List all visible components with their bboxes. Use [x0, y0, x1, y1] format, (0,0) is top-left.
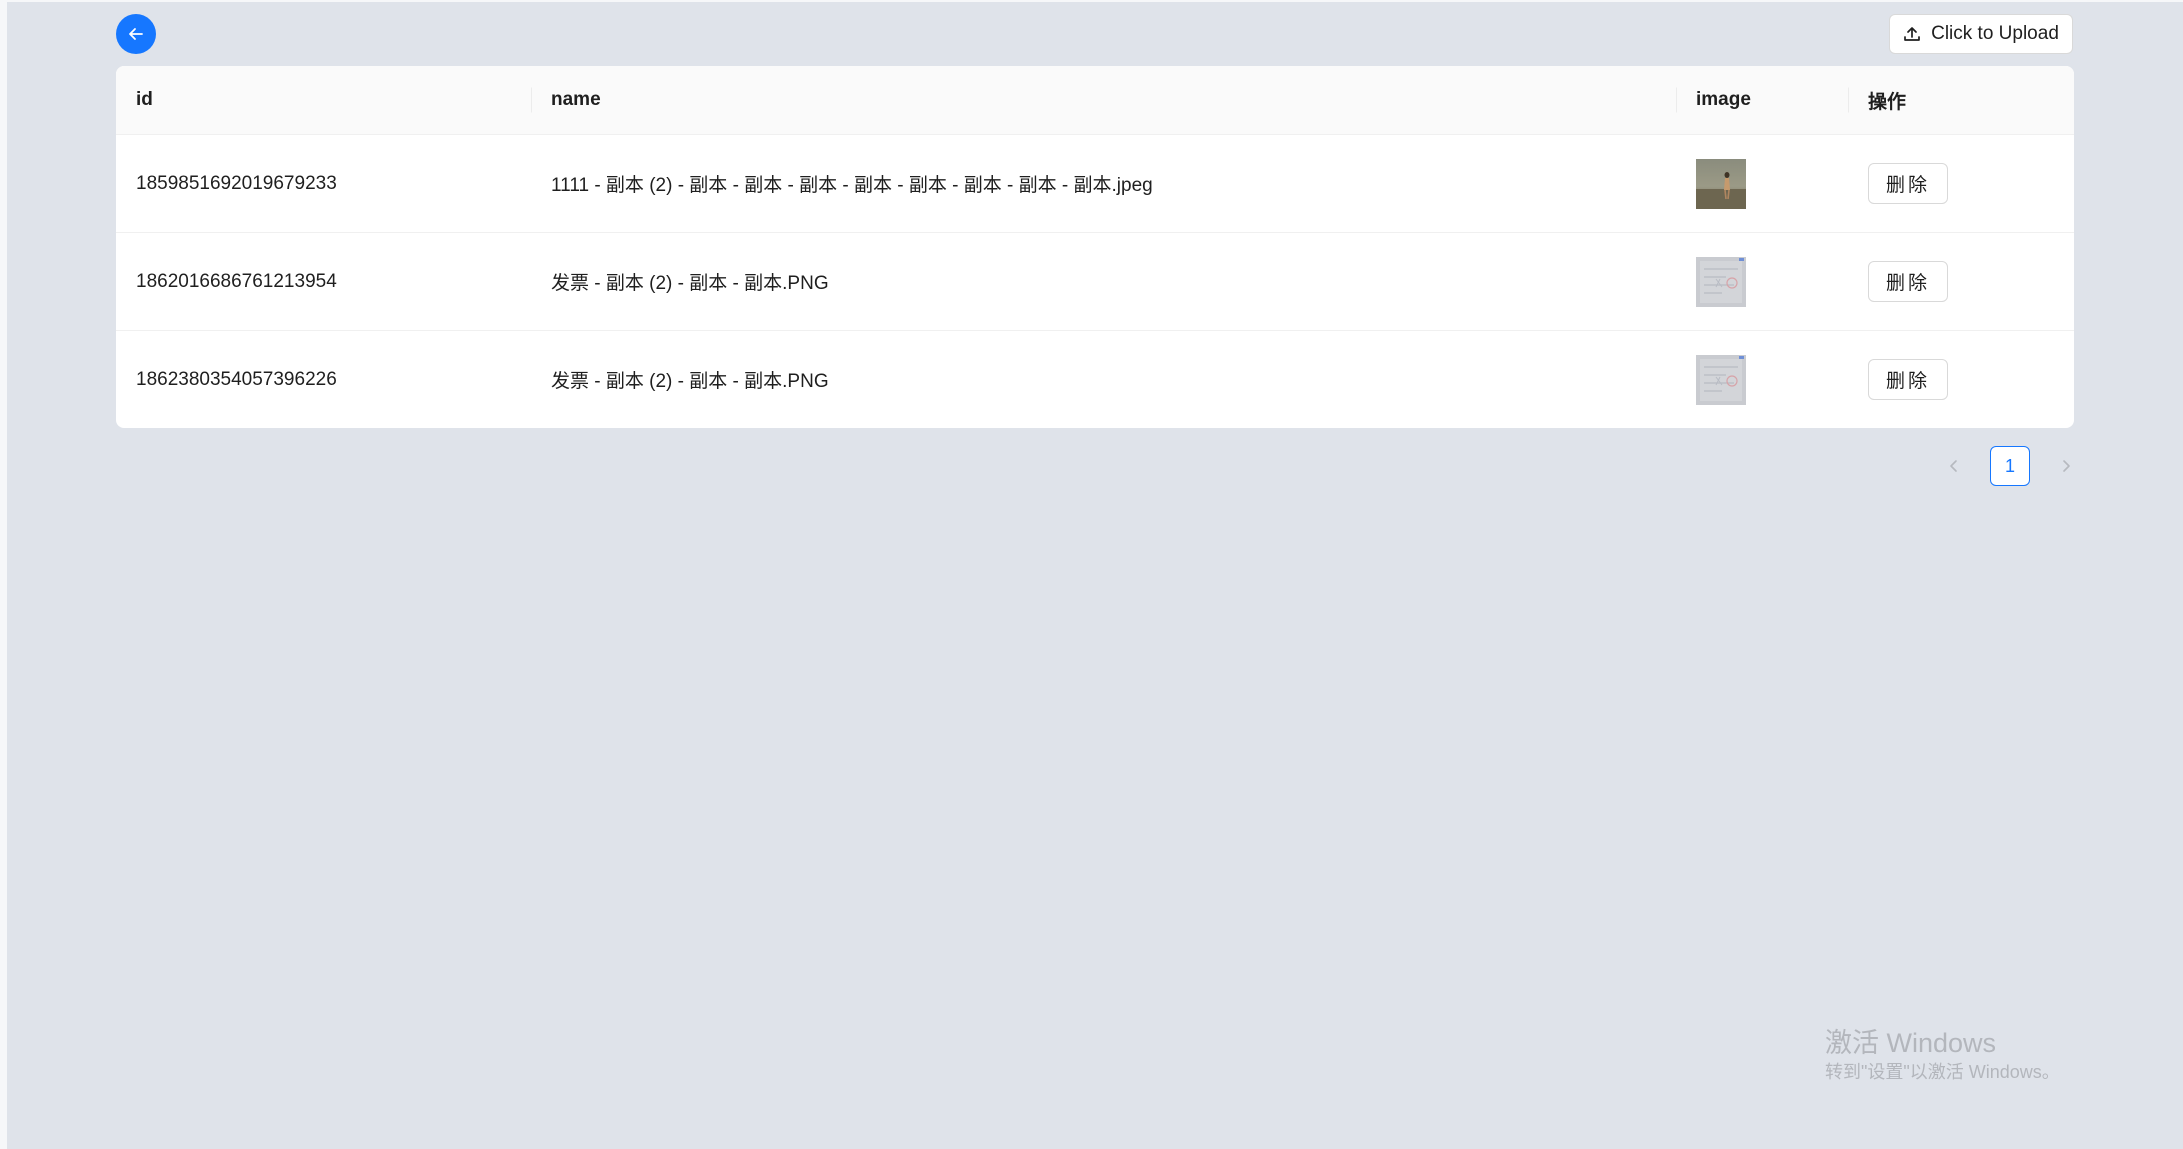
table-header: id name image 操作: [116, 66, 2074, 135]
upload-button-label: Click to Upload: [1931, 23, 2059, 44]
table-row: 1859851692019679233 1111 - 副本 (2) - 副本 -…: [116, 135, 2074, 233]
upload-icon: [1904, 27, 1920, 41]
watermark-title: 激活 Windows: [1825, 1028, 1997, 1058]
row-name: 1111 - 副本 (2) - 副本 - 副本 - 副本 - 副本 - 副本 -…: [551, 175, 1153, 196]
table-row: 1862016686761213954 发票 - 副本 (2) - 副本 - 副…: [116, 233, 2074, 331]
row-name: 发票 - 副本 (2) - 副本 - 副本.PNG: [551, 371, 829, 392]
previous-page-button[interactable]: [1940, 446, 1968, 486]
row-image-cell: [1676, 135, 1848, 232]
delete-button[interactable]: 删除: [1868, 163, 1948, 204]
row-actions: 删除: [1848, 135, 2074, 232]
back-button[interactable]: [116, 14, 156, 54]
row-actions: 删除: [1848, 331, 2074, 428]
row-name: 发票 - 副本 (2) - 副本 - 副本.PNG: [551, 273, 829, 294]
column-header-image: image: [1676, 66, 1848, 134]
column-header-name: name: [531, 66, 1676, 134]
upload-button[interactable]: Click to Upload: [1889, 14, 2073, 54]
delete-button[interactable]: 删除: [1868, 359, 1948, 400]
row-image-cell: [1676, 331, 1848, 428]
file-table: id name image 操作 1859851692019679233 111…: [116, 66, 2074, 428]
invoice-thumbnail[interactable]: [1696, 256, 1746, 307]
row-actions: 删除: [1848, 233, 2074, 330]
row-id: 1862016686761213954: [136, 270, 337, 292]
row-image-cell: [1676, 233, 1848, 330]
column-header-id: id: [136, 89, 153, 110]
window-left-edge: [0, 0, 7, 1149]
windows-activation-watermark: 激活 Windows 转到"设置"以激活 Windows。: [1825, 1026, 2060, 1084]
table-row: 1862380354057396226 发票 - 副本 (2) - 副本 - 副…: [116, 331, 2074, 428]
watermark-subtitle: 转到"设置"以激活 Windows。: [1825, 1062, 2060, 1082]
invoice-thumbnail[interactable]: [1696, 354, 1746, 405]
column-header-actions: 操作: [1848, 66, 2074, 134]
chevron-left-icon: [1950, 460, 1957, 472]
photo-thumbnail[interactable]: [1696, 158, 1746, 209]
chevron-right-icon: [2063, 460, 2070, 472]
page-1-button[interactable]: 1: [1990, 446, 2030, 486]
next-page-button[interactable]: [2052, 446, 2080, 486]
row-id: 1862380354057396226: [136, 368, 337, 390]
delete-button[interactable]: 删除: [1868, 261, 1948, 302]
window-top-edge: [0, 0, 2183, 2]
row-id: 1859851692019679233: [136, 172, 337, 194]
arrow-left-icon: [129, 28, 143, 40]
pagination: 1: [1940, 446, 2080, 486]
